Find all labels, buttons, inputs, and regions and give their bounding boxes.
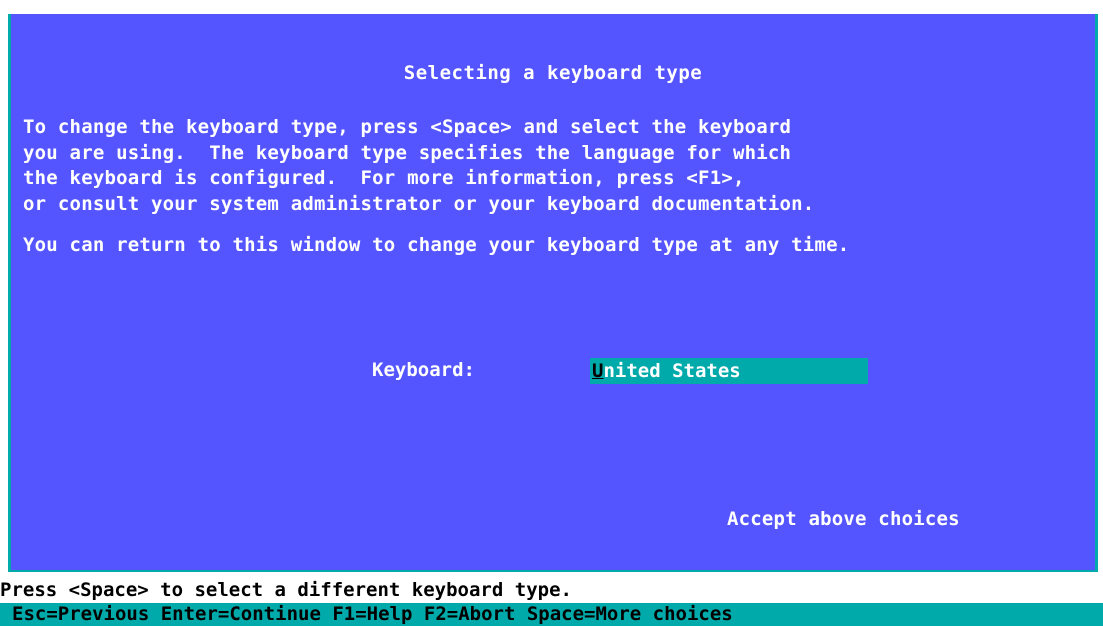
key-space-more-choices[interactable]: Space=More choices [527,603,733,625]
dialog-window: Selecting a keyboard type To change the … [8,14,1098,572]
key-f1-help[interactable]: F1=Help [332,603,412,625]
accept-choices-button[interactable]: Accept above choices [727,508,960,530]
function-key-bar: Esc=Previous Enter=Continue F1=Help F2=A… [0,603,1103,626]
instructions-text: To change the keyboard type, press <Spac… [23,116,815,215]
return-note-text: You can return to this window to change … [23,234,850,256]
status-hint: Press <Space> to select a different keyb… [0,579,572,601]
keyboard-value: nited States [603,360,741,382]
text-cursor: U [592,360,604,382]
key-esc-previous[interactable]: Esc=Previous [12,603,149,625]
key-f2-abort[interactable]: F2=Abort [424,603,516,625]
screen: Selecting a keyboard type To change the … [0,0,1103,626]
key-enter-continue[interactable]: Enter=Continue [161,603,321,625]
keyboard-select-field[interactable]: United States [590,358,868,384]
dialog-title: Selecting a keyboard type [403,62,703,84]
keyboard-label: Keyboard: [372,359,475,381]
